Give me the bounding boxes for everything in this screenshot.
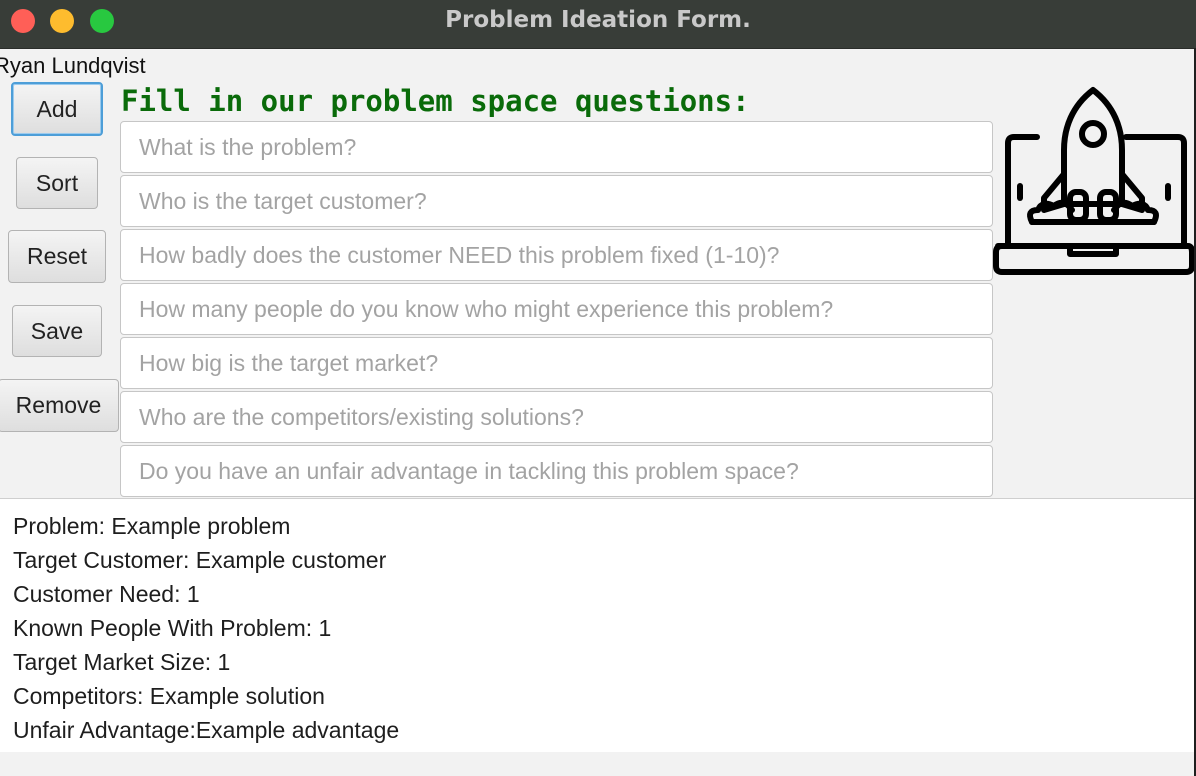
summary-customer-need: Customer Need: 1 [13, 581, 200, 607]
competitors-field[interactable] [120, 391, 993, 443]
reset-button[interactable]: Reset [8, 230, 106, 283]
target-market-input[interactable] [139, 349, 992, 377]
known-people-field[interactable] [120, 283, 993, 335]
app-window: Problem Ideation Form. Ryan Lundqvist Ad… [0, 0, 1196, 776]
summary-target-market: Target Market Size: 1 [13, 649, 231, 675]
bottom-strip [0, 752, 1194, 776]
rocket-laptop-icon [993, 87, 1194, 275]
summary-problem: Problem: Example problem [13, 513, 291, 539]
form-heading: Fill in our problem space questions: [121, 84, 750, 118]
save-button[interactable]: Save [12, 305, 102, 357]
unfair-advantage-field[interactable] [120, 445, 993, 497]
customer-need-input[interactable] [139, 241, 992, 269]
add-button[interactable]: Add [11, 82, 103, 136]
summary-target-customer: Target Customer: Example customer [13, 547, 387, 573]
target-market-field[interactable] [120, 337, 993, 389]
problem-field[interactable] [120, 121, 993, 173]
problem-input[interactable] [139, 133, 992, 161]
window-title: Problem Ideation Form. [445, 7, 751, 33]
known-people-input[interactable] [139, 295, 992, 323]
sort-button[interactable]: Sort [16, 157, 98, 209]
summary-output[interactable]: Problem: Example problem Target Customer… [0, 498, 1194, 752]
summary-unfair-advantage: Unfair Advantage:Example advantage [13, 717, 400, 743]
target-customer-field[interactable] [120, 175, 993, 227]
user-name-label: Ryan Lundqvist [0, 53, 146, 78]
unfair-advantage-input[interactable] [139, 457, 992, 485]
remove-button[interactable]: Remove [0, 379, 119, 432]
summary-competitors: Competitors: Example solution [13, 683, 325, 709]
summary-known-people: Known People With Problem: 1 [13, 615, 332, 641]
target-customer-input[interactable] [139, 187, 992, 215]
competitors-input[interactable] [139, 403, 992, 431]
title-bar: Problem Ideation Form. [0, 0, 1196, 49]
customer-need-field[interactable] [120, 229, 993, 281]
